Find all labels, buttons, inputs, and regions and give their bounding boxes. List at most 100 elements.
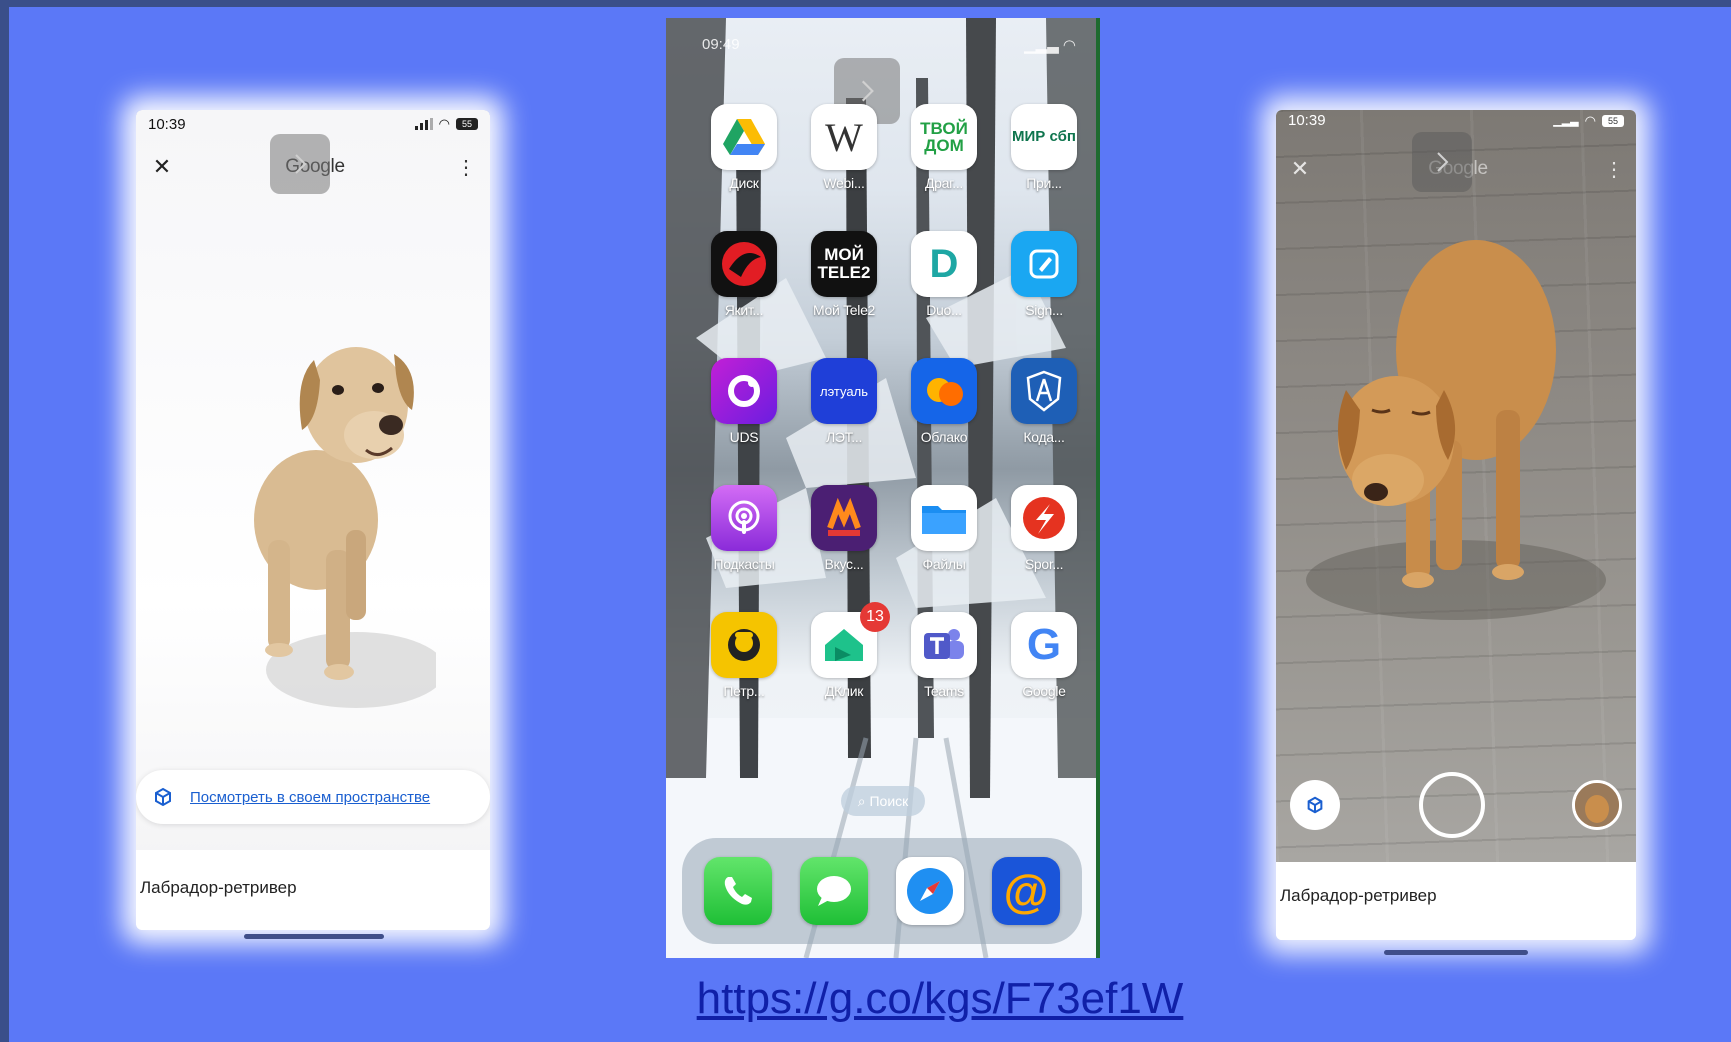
signal-icon xyxy=(414,118,433,130)
app-label: Sign... xyxy=(1025,302,1063,318)
sportmaster-icon xyxy=(1011,485,1077,551)
app-grid: Диск W Webi... ТВОЙ ДОМ Драг... МИР сбп … xyxy=(694,104,1077,699)
3d-view-toggle-button[interactable] xyxy=(1290,780,1340,830)
notification-badge: 13 xyxy=(860,602,890,632)
dog-breed-label: Лабрадор-ретривер xyxy=(140,878,297,897)
app-google-drive[interactable]: Диск xyxy=(694,104,794,191)
battery-icon: 55 xyxy=(456,118,478,130)
app-sport[interactable]: Spor... xyxy=(994,485,1094,572)
app-mir-sbp[interactable]: МИР сбп При... xyxy=(994,104,1094,191)
petrovich-icon xyxy=(711,612,777,678)
status-time: 09:49 xyxy=(702,36,740,53)
status-icons: ▁▂▃ ◠ 55 xyxy=(1553,112,1624,129)
right-phone-ar-view: 10:39 ▁▂▃ ◠ 55 ✕ Google ⋮ Лабрадор-ретри… xyxy=(1276,110,1636,940)
ar-cube-icon xyxy=(155,787,171,807)
compass-shield-icon xyxy=(1011,358,1077,424)
app-letual[interactable]: лэтуаль ЛЭТ... xyxy=(794,358,894,445)
app-label: ДКлик xyxy=(824,683,864,699)
tele2-icon: МОЙ TELE2 xyxy=(811,231,877,297)
status-bar: 10:39 ▁▂▃ ◠ 55 xyxy=(1288,112,1624,129)
dog-thumbnail-icon xyxy=(1575,783,1619,827)
app-petrovich[interactable]: Петр... xyxy=(694,612,794,699)
safari-icon[interactable] xyxy=(896,857,964,925)
app-uds[interactable]: UDS xyxy=(694,358,794,445)
app-vkusno[interactable]: Вкус... xyxy=(794,485,894,572)
teams-icon xyxy=(911,612,977,678)
more-options-icon[interactable]: ⋮ xyxy=(1604,157,1624,182)
cube-icon xyxy=(1307,796,1323,814)
app-label: Облако xyxy=(920,429,968,445)
phone-icon[interactable] xyxy=(704,857,772,925)
google-g-icon: G xyxy=(1011,612,1077,678)
app-label: Вкус... xyxy=(824,556,864,572)
app-oblako[interactable]: Облако xyxy=(894,358,994,445)
view-in-space-button[interactable]: Посмотреть в своем пространстве xyxy=(136,770,490,824)
close-icon[interactable]: ✕ xyxy=(150,154,174,180)
app-google[interactable]: G Google xyxy=(994,612,1094,699)
files-folder-icon xyxy=(911,485,977,551)
more-options-icon[interactable]: ⋮ xyxy=(456,155,476,180)
close-icon[interactable]: ✕ xyxy=(1288,156,1312,182)
app-podcasts[interactable]: Подкасты xyxy=(694,485,794,572)
app-webi[interactable]: W Webi... xyxy=(794,104,894,191)
app-tvoy-dom[interactable]: ТВОЙ ДОМ Драг... xyxy=(894,104,994,191)
app-label: Teams xyxy=(924,683,964,699)
mail-at-icon[interactable]: @ xyxy=(992,857,1060,925)
app-koda[interactable]: Кода... xyxy=(994,358,1094,445)
app-label: Диск xyxy=(729,175,759,191)
floating-forward-button[interactable] xyxy=(270,134,330,194)
app-sign[interactable]: Sign... xyxy=(994,231,1094,318)
status-bar: 09:49 ▁▂▃ ◠ xyxy=(702,36,1076,54)
wifi-icon: ◠ xyxy=(438,116,450,131)
status-icons: ◠ 55 xyxy=(414,116,478,132)
app-label: ЛЭТ... xyxy=(825,429,863,445)
dog-ar-model xyxy=(1306,240,1606,620)
home-indicator-left xyxy=(244,934,384,939)
app-duo[interactable]: D Duo... xyxy=(894,231,994,318)
middle-phone-homescreen: 09:49 ▁▂▃ ◠ Диск W Webi... ТВОЙ ДОМ Драг… xyxy=(666,18,1100,958)
letual-icon: лэтуаль xyxy=(811,358,877,424)
result-caption: Лабрадор-ретривер xyxy=(1276,862,1636,940)
app-tele2[interactable]: МОЙ TELE2 Мой Tele2 xyxy=(794,231,894,318)
wifi-icon: ◠ xyxy=(1584,112,1596,128)
app-label: Мой Tele2 xyxy=(812,302,876,318)
result-caption: Лабрадор-ретривер xyxy=(136,850,490,930)
app-label: Петр... xyxy=(723,683,765,699)
vkusno-icon xyxy=(811,485,877,551)
app-label: Подкасты xyxy=(713,556,775,572)
search-icon: ⌕ xyxy=(857,793,866,809)
cloud-icon xyxy=(911,358,977,424)
view-in-space-link[interactable]: Посмотреть в своем пространстве xyxy=(190,789,430,806)
status-time: 10:39 xyxy=(1288,112,1326,129)
app-files[interactable]: Файлы xyxy=(894,485,994,572)
chevron-right-icon xyxy=(295,154,307,174)
uds-icon xyxy=(711,358,777,424)
app-yakitoriya[interactable]: Якит... xyxy=(694,231,794,318)
w-letter-icon: W xyxy=(811,104,877,170)
sign-pen-icon xyxy=(1011,231,1077,297)
dog-breed-label: Лабрадор-ретривер xyxy=(1280,886,1437,905)
google-drive-icon xyxy=(711,104,777,170)
duolingo-d-icon: D xyxy=(911,231,977,297)
app-label: UDS xyxy=(729,429,759,445)
tvoy-dom-icon: ТВОЙ ДОМ xyxy=(911,104,977,170)
shutter-button[interactable] xyxy=(1419,772,1485,838)
capture-thumbnail[interactable] xyxy=(1572,780,1622,830)
home-indicator-right xyxy=(1384,950,1528,955)
app-label: Файлы xyxy=(922,556,966,572)
floating-forward-button[interactable] xyxy=(1412,132,1472,192)
podcasts-icon xyxy=(711,485,777,551)
status-icons: ▁▂▃ ◠ xyxy=(1024,37,1076,54)
left-phone-screenshot: 10:39 ◠ 55 ✕ Google ⋮ xyxy=(136,110,490,930)
google-share-link[interactable]: https://g.co/kgs/F73ef1W xyxy=(680,974,1200,1024)
app-teams[interactable]: Teams xyxy=(894,612,994,699)
messages-icon[interactable] xyxy=(800,857,868,925)
app-label: При... xyxy=(1026,175,1062,191)
app-label: Драг... xyxy=(924,175,964,191)
app-label: Якит... xyxy=(724,302,764,318)
app-dklik[interactable]: 13 ДКлик xyxy=(794,602,894,699)
app-label: Spor... xyxy=(1024,556,1064,572)
search-label: Поиск xyxy=(869,793,909,809)
spotlight-search-button[interactable]: ⌕ Поиск xyxy=(841,786,925,816)
app-dock: @ xyxy=(682,838,1082,944)
